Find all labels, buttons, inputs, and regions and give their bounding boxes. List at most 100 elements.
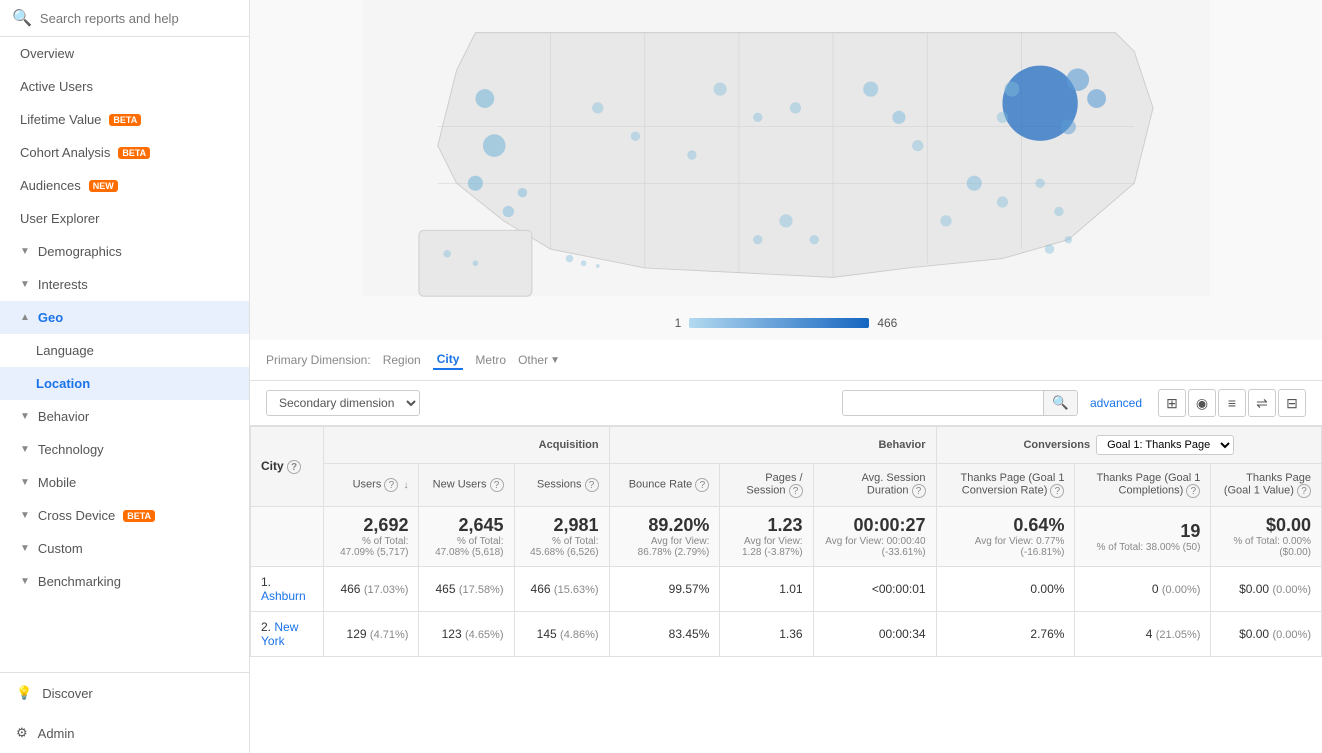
acquisition-header: Acquisition bbox=[324, 427, 609, 464]
sidebar-item-custom[interactable]: ▼ Custom bbox=[0, 532, 249, 565]
city-col-header: City bbox=[261, 459, 284, 473]
behavior-header: Behavior bbox=[609, 427, 936, 464]
beta-badge: BETA bbox=[118, 147, 150, 159]
sessions-help-icon[interactable]: ? bbox=[585, 478, 599, 492]
advanced-link[interactable]: advanced bbox=[1090, 396, 1142, 410]
bounce-rate-help-icon[interactable]: ? bbox=[695, 478, 709, 492]
summary-users-cell: 2,692 % of Total: 47.09% (5,717) bbox=[324, 507, 419, 567]
sidebar-item-technology[interactable]: ▼ Technology bbox=[0, 433, 249, 466]
pie-view-icon[interactable]: ◉ bbox=[1188, 389, 1216, 417]
summary-conversion-rate-cell: 0.64% Avg for View: 0.77% (-16.81%) bbox=[936, 507, 1075, 567]
grid-view-icon[interactable]: ⊞ bbox=[1158, 389, 1186, 417]
new-users-col-header: New Users ? bbox=[419, 464, 514, 507]
users-cell-new-york: 129 (4.71%) bbox=[324, 612, 419, 657]
summary-city-cell bbox=[251, 507, 324, 567]
pages-session-help-icon[interactable]: ? bbox=[789, 484, 803, 498]
table-container: City ? Acquisition Behavior Conversions … bbox=[250, 426, 1322, 753]
value-col-header: Thanks Page (Goal 1 Value) ? bbox=[1211, 464, 1322, 507]
legend-bar bbox=[689, 318, 869, 328]
compare-view-icon[interactable]: ⇌ bbox=[1248, 389, 1276, 417]
dim-metro[interactable]: Metro bbox=[471, 351, 510, 369]
bottom-nav: 💡 Discover ⚙ Admin bbox=[0, 672, 249, 753]
city-help-icon[interactable]: ? bbox=[287, 460, 301, 474]
completions-cell-ashburn: 0 (0.00%) bbox=[1075, 567, 1211, 612]
completions-cell-new-york: 4 (21.05%) bbox=[1075, 612, 1211, 657]
users-help-icon[interactable]: ? bbox=[384, 478, 398, 492]
table-search-button[interactable]: 🔍 bbox=[1043, 391, 1077, 415]
value-help-icon[interactable]: ? bbox=[1297, 484, 1311, 498]
search-input[interactable] bbox=[40, 11, 237, 26]
chevron-icon: ▼ bbox=[20, 510, 30, 521]
sidebar-item-geo[interactable]: ▲ Geo bbox=[0, 301, 249, 334]
pages-session-col-header: Pages / Session ? bbox=[720, 464, 813, 507]
value-cell-new-york: $0.00 (0.00%) bbox=[1211, 612, 1322, 657]
summary-new-users-cell: 2,645 % of Total: 47.08% (5,618) bbox=[419, 507, 514, 567]
dim-region[interactable]: Region bbox=[379, 351, 425, 369]
map-legend: 1 466 bbox=[675, 316, 898, 330]
sort-icon[interactable]: ↓ bbox=[403, 480, 408, 491]
summary-row: 2,692 % of Total: 47.09% (5,717) 2,645 %… bbox=[251, 507, 1322, 567]
sidebar-item-interests[interactable]: ▼ Interests bbox=[0, 268, 249, 301]
sidebar-item-user-explorer[interactable]: User Explorer bbox=[0, 202, 249, 235]
sidebar-item-cross-device[interactable]: ▼ Cross Device BETA bbox=[0, 499, 249, 532]
avg-session-col-header: Avg. Session Duration ? bbox=[813, 464, 936, 507]
controls-row: Secondary dimension 🔍 advanced ⊞ ◉ ≡ ⇌ ⊟ bbox=[250, 381, 1322, 426]
table-search-input[interactable] bbox=[843, 392, 1043, 414]
users-col-header: Users ? ↓ bbox=[324, 464, 419, 507]
sessions-cell-ashburn: 466 (15.63%) bbox=[514, 567, 609, 612]
conversions-header: Conversions Goal 1: Thanks Page bbox=[936, 427, 1321, 464]
data-table: City ? Acquisition Behavior Conversions … bbox=[250, 426, 1322, 657]
chevron-icon: ▼ bbox=[20, 411, 30, 422]
beta-badge: BETA bbox=[109, 114, 141, 126]
table-row: 2. New York 129 (4.71%) 123 (4.65%) 145 … bbox=[251, 612, 1322, 657]
chevron-icon: ▼ bbox=[20, 279, 30, 290]
map-area: 1 466 bbox=[250, 0, 1322, 340]
sidebar-item-language[interactable]: Language bbox=[0, 334, 249, 367]
sidebar-item-audiences[interactable]: Audiences NEW bbox=[0, 169, 249, 202]
primary-dimension-label: Primary Dimension: bbox=[266, 353, 371, 367]
sidebar-item-demographics[interactable]: ▼ Demographics bbox=[0, 235, 249, 268]
list-view-icon[interactable]: ≡ bbox=[1218, 389, 1246, 417]
sidebar-item-behavior[interactable]: ▼ Behavior bbox=[0, 400, 249, 433]
city-cell-new-york: 2. New York bbox=[251, 612, 324, 657]
discover-icon: 💡 bbox=[16, 685, 32, 701]
admin-icon: ⚙ bbox=[16, 725, 28, 741]
dim-other-dropdown[interactable]: Other ▼ bbox=[518, 353, 560, 367]
avg-session-help-icon[interactable]: ? bbox=[912, 484, 926, 498]
sidebar-item-cohort-analysis[interactable]: Cohort Analysis BETA bbox=[0, 136, 249, 169]
avg-session-cell-ashburn: <00:00:01 bbox=[813, 567, 936, 612]
sidebar-item-active-users[interactable]: Active Users bbox=[0, 70, 249, 103]
new-users-help-icon[interactable]: ? bbox=[490, 478, 504, 492]
main-content: 1 466 Primary Dimension: Region City Met… bbox=[250, 0, 1322, 753]
bounce-rate-cell-new-york: 83.45% bbox=[609, 612, 720, 657]
conversion-rate-help-icon[interactable]: ? bbox=[1050, 484, 1064, 498]
admin-nav-item[interactable]: ⚙ Admin bbox=[0, 713, 249, 753]
legend-max: 466 bbox=[877, 316, 897, 330]
goal-select[interactable]: Goal 1: Thanks Page bbox=[1096, 435, 1234, 455]
sidebar-item-location[interactable]: Location bbox=[0, 367, 249, 400]
summary-completions-cell: 19 % of Total: 38.00% (50) bbox=[1075, 507, 1211, 567]
sidebar-item-benchmarking[interactable]: ▼ Benchmarking bbox=[0, 565, 249, 598]
discover-nav-item[interactable]: 💡 Discover bbox=[0, 673, 249, 713]
value-cell-ashburn: $0.00 (0.00%) bbox=[1211, 567, 1322, 612]
bounce-rate-col-header: Bounce Rate ? bbox=[609, 464, 720, 507]
pivot-view-icon[interactable]: ⊟ bbox=[1278, 389, 1306, 417]
pages-session-cell-new-york: 1.36 bbox=[720, 612, 813, 657]
secondary-dimension-select[interactable]: Secondary dimension bbox=[266, 390, 420, 416]
sidebar-item-overview[interactable]: Overview bbox=[0, 37, 249, 70]
completions-help-icon[interactable]: ? bbox=[1186, 484, 1200, 498]
city-cell-ashburn: 1. Ashburn bbox=[251, 567, 324, 612]
dimension-bar: Primary Dimension: Region City Metro Oth… bbox=[250, 340, 1322, 381]
avg-session-cell-new-york: 00:00:34 bbox=[813, 612, 936, 657]
sidebar-item-lifetime-value[interactable]: Lifetime Value BETA bbox=[0, 103, 249, 136]
new-badge: NEW bbox=[89, 180, 118, 192]
new-users-cell-new-york: 123 (4.65%) bbox=[419, 612, 514, 657]
city-link-ashburn[interactable]: Ashburn bbox=[261, 589, 306, 603]
search-icon: 🔍 bbox=[12, 8, 32, 28]
dim-city[interactable]: City bbox=[433, 350, 464, 370]
search-bar[interactable]: 🔍 bbox=[0, 0, 249, 37]
beta-badge: BETA bbox=[123, 510, 155, 522]
sidebar-item-mobile[interactable]: ▼ Mobile bbox=[0, 466, 249, 499]
conversion-rate-cell-new-york: 2.76% bbox=[936, 612, 1075, 657]
chevron-icon: ▲ bbox=[20, 312, 30, 323]
